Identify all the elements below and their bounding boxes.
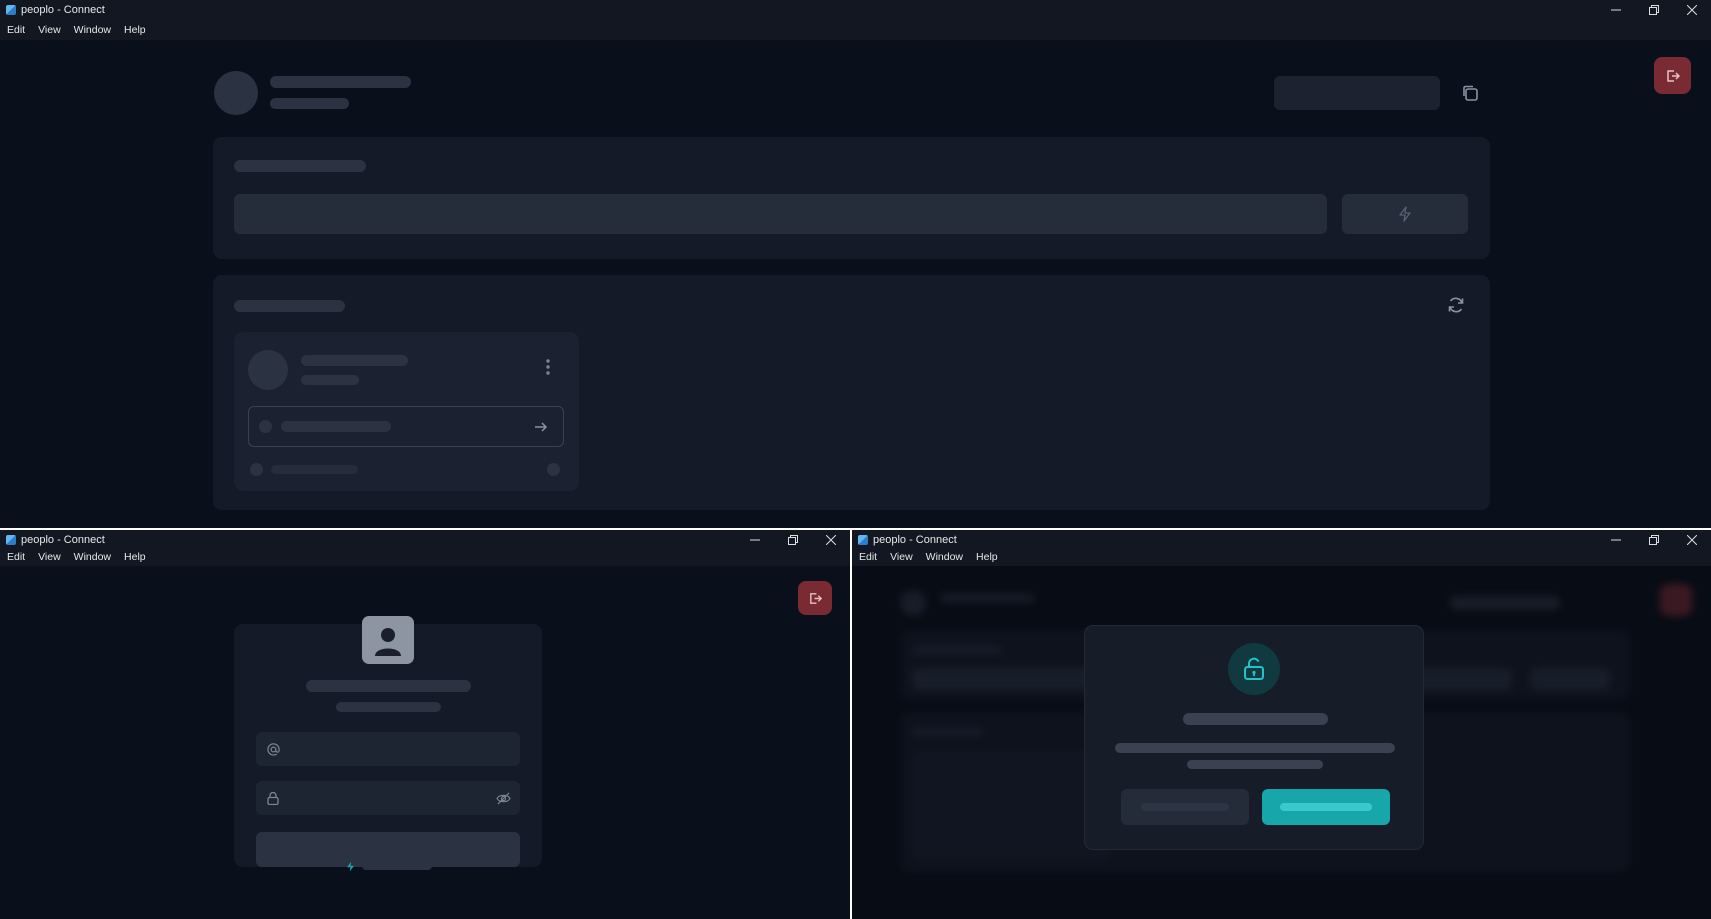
status-dot bbox=[259, 420, 272, 433]
device-item[interactable] bbox=[234, 332, 579, 491]
user-id-skeleton bbox=[270, 98, 349, 109]
login-window: peoplo - Connect Edit View Window Help bbox=[0, 530, 850, 919]
connect-button[interactable] bbox=[1342, 194, 1468, 234]
connect-card bbox=[213, 137, 1490, 259]
login-content bbox=[0, 566, 850, 919]
bg-device-field bbox=[1450, 596, 1560, 610]
title-bar: peoplo - Connect bbox=[0, 530, 850, 550]
menu-window[interactable]: Window bbox=[926, 551, 963, 563]
bolt-icon bbox=[343, 859, 357, 873]
menu-help[interactable]: Help bbox=[124, 24, 146, 36]
devices-card bbox=[213, 275, 1490, 510]
remote-id-input[interactable] bbox=[234, 194, 1327, 234]
bg-devices-title bbox=[912, 728, 982, 736]
eye-off-icon[interactable] bbox=[494, 790, 512, 806]
bg-name-skeleton bbox=[940, 594, 1035, 602]
restore-icon[interactable] bbox=[1635, 0, 1673, 20]
close-icon[interactable] bbox=[1673, 0, 1711, 20]
user-name-skeleton bbox=[270, 76, 411, 88]
menu-help[interactable]: Help bbox=[976, 551, 998, 563]
last-seen-skeleton bbox=[271, 465, 358, 474]
arrow-right-icon bbox=[532, 418, 550, 436]
minimize-icon[interactable] bbox=[736, 530, 774, 550]
bg-device-item bbox=[912, 750, 1112, 860]
menu-window[interactable]: Window bbox=[74, 551, 111, 563]
menu-edit[interactable]: Edit bbox=[7, 551, 25, 563]
menu-view[interactable]: View bbox=[38, 24, 61, 36]
app-icon bbox=[6, 535, 16, 545]
platform-dot bbox=[250, 463, 263, 476]
login-subtitle-skeleton bbox=[336, 702, 441, 712]
online-dot bbox=[547, 463, 560, 476]
logout-icon bbox=[809, 592, 822, 604]
connect-card-title-skeleton bbox=[234, 160, 366, 172]
title-bar: peoplo - Connect bbox=[852, 530, 1711, 550]
close-icon[interactable] bbox=[812, 530, 850, 550]
device-connect-row[interactable] bbox=[248, 406, 564, 447]
window-title: peoplo - Connect bbox=[21, 534, 105, 546]
unlock-content bbox=[852, 566, 1711, 919]
menu-bar: Edit View Window Help bbox=[0, 548, 850, 566]
window-title: peoplo - Connect bbox=[21, 4, 105, 16]
bg-avatar bbox=[900, 590, 926, 616]
bg-card-title bbox=[912, 646, 1002, 654]
close-icon[interactable] bbox=[1673, 530, 1711, 550]
cancel-button[interactable] bbox=[1121, 789, 1249, 825]
unlock-icon bbox=[1228, 643, 1280, 695]
minimize-icon[interactable] bbox=[1597, 0, 1635, 20]
footer-link-skeleton[interactable] bbox=[362, 862, 432, 870]
dialog-title-skeleton bbox=[1183, 713, 1328, 725]
logout-button[interactable] bbox=[798, 581, 832, 615]
more-vertical-icon[interactable] bbox=[541, 356, 555, 378]
dialog-message-skeleton-1 bbox=[1115, 743, 1395, 753]
unlock-dialog bbox=[1084, 625, 1424, 850]
bolt-icon bbox=[1399, 206, 1411, 222]
bg-button bbox=[1530, 668, 1610, 690]
restore-icon[interactable] bbox=[1635, 530, 1673, 550]
menu-view[interactable]: View bbox=[890, 551, 913, 563]
menu-view[interactable]: View bbox=[38, 551, 61, 563]
devices-card-title-skeleton bbox=[234, 300, 345, 312]
at-sign-icon bbox=[265, 741, 281, 757]
device-avatar bbox=[248, 350, 288, 390]
main-window-top: peoplo - Connect Edit View Window Help bbox=[0, 0, 1711, 528]
login-title-skeleton bbox=[306, 680, 471, 692]
unlock-window: peoplo - Connect Edit View Window Help bbox=[852, 530, 1711, 919]
menu-bar: Edit View Window Help bbox=[0, 20, 1711, 40]
title-bar: peoplo - Connect bbox=[0, 0, 1711, 20]
minimize-icon[interactable] bbox=[1597, 530, 1635, 550]
app-icon bbox=[6, 5, 16, 15]
menu-edit[interactable]: Edit bbox=[7, 24, 25, 36]
copy-icon[interactable] bbox=[1459, 82, 1481, 104]
logout-icon bbox=[1666, 69, 1680, 82]
unlock-button[interactable] bbox=[1262, 789, 1390, 825]
avatar bbox=[214, 71, 258, 115]
device-id-skeleton bbox=[301, 375, 359, 385]
cancel-label-skeleton bbox=[1141, 803, 1229, 811]
device-connect-label-skeleton bbox=[281, 421, 391, 432]
menu-window[interactable]: Window bbox=[74, 24, 111, 36]
password-field[interactable] bbox=[256, 781, 520, 815]
dialog-message-skeleton-2 bbox=[1187, 760, 1323, 769]
bg-logout-button bbox=[1660, 584, 1692, 616]
menu-help[interactable]: Help bbox=[124, 551, 146, 563]
refresh-icon[interactable] bbox=[1442, 291, 1470, 319]
restore-icon[interactable] bbox=[774, 530, 812, 550]
menu-bar: Edit View Window Help bbox=[852, 548, 1711, 566]
lock-icon bbox=[265, 790, 281, 806]
menu-edit[interactable]: Edit bbox=[859, 551, 877, 563]
logout-button[interactable] bbox=[1654, 57, 1691, 94]
login-card bbox=[234, 616, 542, 867]
user-icon bbox=[362, 616, 414, 664]
email-field[interactable] bbox=[256, 732, 520, 766]
unlock-label-skeleton bbox=[1280, 803, 1372, 811]
device-name-skeleton bbox=[301, 355, 408, 366]
device-id-field bbox=[1274, 76, 1440, 110]
app-icon bbox=[858, 535, 868, 545]
window-title: peoplo - Connect bbox=[873, 534, 957, 546]
dashboard-content bbox=[0, 40, 1711, 528]
